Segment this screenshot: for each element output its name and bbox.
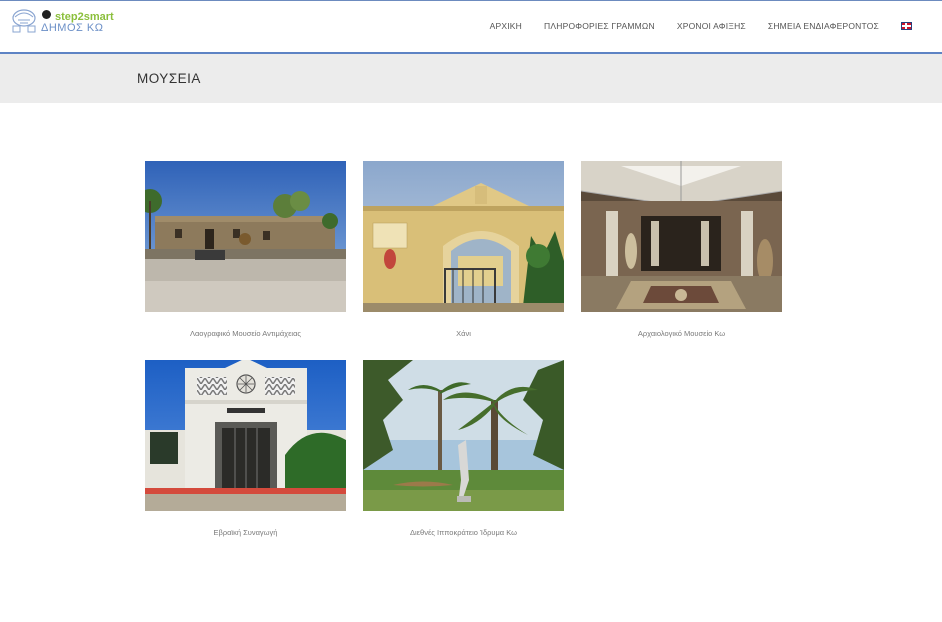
main-nav: ΑΡΧΙΚΗ ΠΛΗΡΟΦΟΡΙΕΣ ΓΡΑΜΜΩΝ ΧΡΟΝΟΙ ΑΦΙΞΗΣ… [490,21,912,31]
museum-caption[interactable]: Λαογραφικό Μουσείο Αντιμάχειας [145,329,346,338]
museum-photo[interactable] [145,161,346,312]
museum-photo[interactable] [145,360,346,511]
site-header: step2smart ΔΗΜΟΣ ΚΩ ΑΡΧΙΚΗ ΠΛΗΡΟΦΟΡΙΕΣ Γ… [0,1,942,54]
nav-item-line-info[interactable]: ΠΛΗΡΟΦΟΡΙΕΣ ΓΡΑΜΜΩΝ [544,21,655,31]
page-title: ΜΟΥΣΕΙΑ [137,71,201,86]
museum-card[interactable]: Λαογραφικό Μουσείο Αντιμάχειας [145,161,346,338]
page-title-bar: ΜΟΥΣΕΙΑ [0,54,942,103]
museum-caption[interactable]: Εβραϊκή Συναγωγή [145,528,346,537]
museum-photo-image [363,360,564,511]
museum-caption[interactable]: Αρχαιολογικό Μουσείο Κω [581,329,782,338]
museum-card[interactable]: Αρχαιολογικό Μουσείο Κω [581,161,782,338]
nav-item-points-of-interest[interactable]: ΣΗΜΕΙΑ ΕΝΔΙΑΦΕΡΟΝΤΟΣ [768,21,879,31]
museum-card[interactable]: Χάνι [363,161,564,338]
nav-item-home[interactable]: ΑΡΧΙΚΗ [490,21,522,31]
museum-card[interactable]: Διεθνές Ιπποκράτειο Ίδρυμα Κω [363,360,564,537]
uk-flag-icon [902,23,911,29]
language-switch[interactable] [901,22,912,30]
museum-photo-image [581,161,782,312]
museum-card[interactable]: Εβραϊκή Συναγωγή [145,360,346,537]
brand-city: ΔΗΜΟΣ ΚΩ [41,22,104,34]
brand-dot-icon [42,10,51,19]
museum-photo[interactable] [363,360,564,511]
museum-caption[interactable]: Διεθνές Ιπποκράτειο Ίδρυμα Κω [363,528,564,537]
museum-photo[interactable] [363,161,564,312]
logo-mark-icon [12,9,36,33]
museum-photo[interactable] [581,161,782,312]
museum-photo-image [145,161,346,312]
museum-caption[interactable]: Χάνι [363,329,564,338]
nav-item-arrival-times[interactable]: ΧΡΟΝΟΙ ΑΦΙΞΗΣ [677,21,746,31]
site-logo[interactable]: step2smart ΔΗΜΟΣ ΚΩ [11,7,121,37]
museum-photo-image [145,360,346,511]
museum-photo-image [363,161,564,312]
